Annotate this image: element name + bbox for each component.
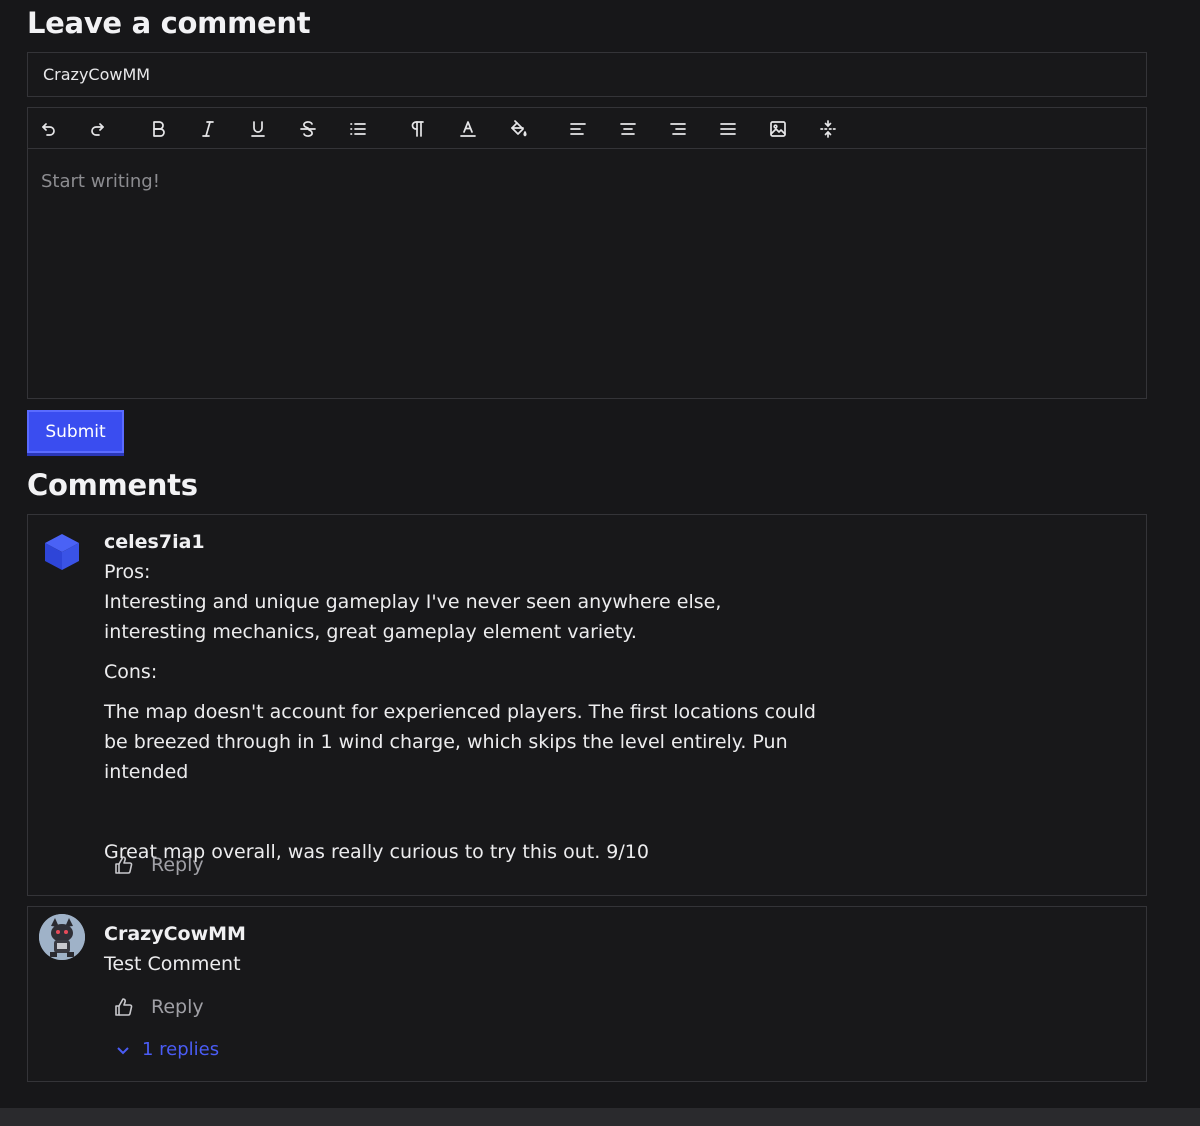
redo-icon[interactable] bbox=[85, 116, 111, 142]
align-left-icon[interactable] bbox=[565, 116, 591, 142]
comment-text: Great map overall, was really curious to… bbox=[104, 841, 649, 863]
cube-icon bbox=[45, 534, 79, 570]
name-input[interactable] bbox=[27, 52, 1147, 97]
show-replies-toggle[interactable]: 1 replies bbox=[116, 1039, 219, 1060]
thumbs-up-icon[interactable] bbox=[114, 997, 134, 1017]
comment-author[interactable]: celes7ia1 bbox=[104, 527, 824, 557]
replies-count[interactable]: 1 replies bbox=[142, 1039, 219, 1060]
comment-actions: Reply bbox=[114, 854, 204, 876]
align-center-icon[interactable] bbox=[615, 116, 641, 142]
comment-text: Test Comment bbox=[104, 953, 241, 975]
editor-placeholder[interactable]: Start writing! bbox=[28, 149, 1146, 398]
comments-title: Comments bbox=[27, 468, 198, 502]
comment-text: The map doesn't account for experienced … bbox=[104, 701, 816, 783]
fill-color-icon[interactable] bbox=[505, 116, 531, 142]
bold-icon[interactable] bbox=[145, 116, 171, 142]
italic-icon[interactable] bbox=[195, 116, 221, 142]
cat-avatar-icon bbox=[39, 914, 85, 960]
align-justify-icon[interactable] bbox=[715, 116, 741, 142]
avatar[interactable] bbox=[39, 914, 85, 960]
comment-body: CrazyCowMM Test Comment bbox=[104, 919, 824, 979]
paragraph-icon[interactable] bbox=[405, 116, 431, 142]
reply-button[interactable]: Reply bbox=[151, 996, 204, 1018]
comment-text: Cons: bbox=[104, 661, 158, 683]
image-icon[interactable] bbox=[765, 116, 791, 142]
align-right-icon[interactable] bbox=[665, 116, 691, 142]
compress-icon[interactable] bbox=[815, 116, 841, 142]
editor-toolbar bbox=[28, 108, 1146, 149]
comment-author[interactable]: CrazyCowMM bbox=[104, 919, 824, 949]
chevron-down-icon bbox=[117, 1046, 129, 1054]
rich-text-editor[interactable]: Start writing! bbox=[27, 107, 1147, 399]
reply-button[interactable]: Reply bbox=[151, 854, 204, 876]
comment-actions: Reply bbox=[114, 996, 204, 1018]
list-icon[interactable] bbox=[345, 116, 371, 142]
comment-body: celes7ia1 Pros: Interesting and unique g… bbox=[104, 527, 824, 867]
comment-card: celes7ia1 Pros: Interesting and unique g… bbox=[27, 514, 1147, 896]
leave-comment-title: Leave a comment bbox=[27, 6, 311, 40]
comment-card: CrazyCowMM Test Comment Reply 1 replies bbox=[27, 906, 1147, 1082]
submit-button[interactable]: Submit bbox=[27, 410, 124, 453]
undo-icon[interactable] bbox=[35, 116, 61, 142]
underline-icon[interactable] bbox=[245, 116, 271, 142]
comment-text: Interesting and unique gameplay I've nev… bbox=[104, 591, 722, 643]
text-color-icon[interactable] bbox=[455, 116, 481, 142]
footer-bar bbox=[0, 1108, 1200, 1126]
strikethrough-icon[interactable] bbox=[295, 116, 321, 142]
avatar[interactable] bbox=[39, 529, 85, 575]
comment-text: Pros: bbox=[104, 561, 151, 583]
thumbs-up-icon[interactable] bbox=[114, 855, 134, 875]
